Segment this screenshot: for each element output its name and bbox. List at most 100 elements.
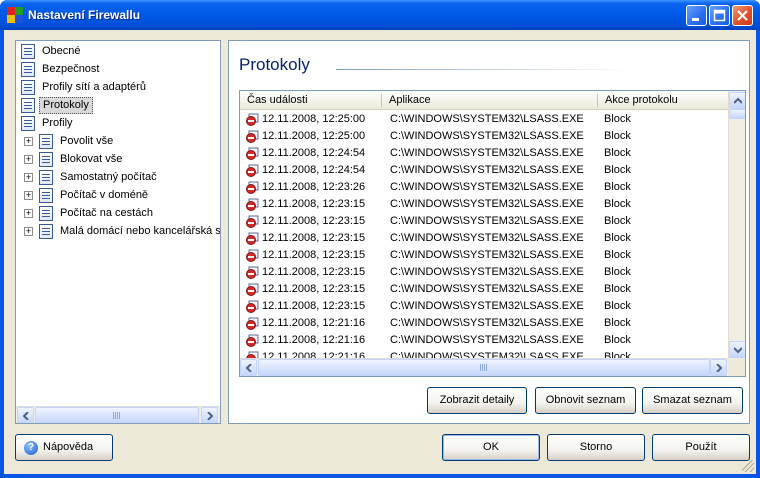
row-application: C:\WINDOWS\SYSTEM32\LSASS.EXE [390,130,584,142]
blocked-network-icon [246,266,259,279]
tree-horizontal-scrollbar[interactable] [16,406,220,423]
table-row[interactable]: 12.11.2008, 12:24:54 C:\WINDOWS\SYSTEM32\… [240,145,728,162]
apply-button[interactable]: Použít [652,434,750,461]
row-application: C:\WINDOWS\SYSTEM32\LSASS.EXE [390,147,584,159]
scroll-down-button[interactable] [729,341,745,358]
blocked-network-icon [246,317,259,330]
expand-plus-icon[interactable]: + [24,155,33,164]
scroll-up-button[interactable] [729,92,745,109]
table-row[interactable]: 12.11.2008, 12:24:54 C:\WINDOWS\SYSTEM32\… [240,162,728,179]
row-time: 12.11.2008, 12:23:15 [262,266,366,278]
thumb-grip-icon [480,364,488,371]
row-time: 12.11.2008, 12:25:00 [262,130,366,142]
row-time: 12.11.2008, 12:23:15 [262,215,366,227]
blocked-network-icon [246,232,259,245]
ok-button[interactable]: OK [442,434,540,461]
table-row[interactable]: 12.11.2008, 12:23:15 C:\WINDOWS\SYSTEM32\… [240,213,728,230]
table-row[interactable]: 12.11.2008, 12:23:26 C:\WINDOWS\SYSTEM32\… [240,179,728,196]
scroll-thumb[interactable] [35,407,199,423]
row-application: C:\WINDOWS\SYSTEM32\LSASS.EXE [390,266,584,278]
row-application: C:\WINDOWS\SYSTEM32\LSASS.EXE [390,334,584,346]
row-time: 12.11.2008, 12:23:15 [262,249,366,261]
row-action: Block [604,215,631,227]
document-list-icon [21,62,35,77]
arrow-up-icon [734,97,742,104]
column-header-action[interactable]: Akce protokolu [598,91,728,109]
log-horizontal-scrollbar[interactable] [240,358,728,376]
column-header-time[interactable]: Čas události [240,91,380,109]
row-action: Block [604,113,631,125]
column-header-application[interactable]: Aplikace [382,91,597,109]
row-time: 12.11.2008, 12:23:15 [262,283,366,295]
expand-plus-icon[interactable]: + [24,227,33,236]
row-time: 12.11.2008, 12:23:15 [262,300,366,312]
expand-plus-icon[interactable]: + [24,137,33,146]
scroll-left-button[interactable] [17,407,34,423]
cancel-button[interactable]: Storno [547,434,645,461]
row-time: 12.11.2008, 12:24:54 [262,164,366,176]
minimize-icon [692,18,699,21]
table-row[interactable]: 12.11.2008, 12:25:00 C:\WINDOWS\SYSTEM32\… [240,128,728,145]
row-time: 12.11.2008, 12:21:16 [262,317,366,329]
scroll-thumb[interactable] [729,109,745,119]
arrow-right-icon [207,412,214,420]
document-list-icon [21,116,35,131]
tree-item-label: Profily [42,117,73,129]
row-action: Block [604,181,631,193]
help-button-label: Nápověda [43,441,94,453]
tree-item-label: Malá domácí nebo kancelářská síť [60,225,221,237]
arrow-left-icon [245,364,252,372]
row-time: 12.11.2008, 12:23:15 [262,232,366,244]
close-button[interactable] [732,5,753,26]
table-row[interactable]: 12.11.2008, 12:23:15 C:\WINDOWS\SYSTEM32\… [240,264,728,281]
log-vertical-scrollbar[interactable] [728,91,745,359]
maximize-icon [713,9,726,22]
row-action: Block [604,300,631,312]
table-row[interactable]: 12.11.2008, 12:21:16 C:\WINDOWS\SYSTEM32\… [240,332,728,349]
table-row[interactable]: 12.11.2008, 12:23:15 C:\WINDOWS\SYSTEM32\… [240,230,728,247]
scroll-thumb[interactable] [258,359,710,376]
blocked-network-icon [246,249,259,262]
tree-item-label: Obecné [42,45,81,57]
resize-grip[interactable] [742,460,754,472]
blocked-network-icon [246,113,259,126]
row-application: C:\WINDOWS\SYSTEM32\LSASS.EXE [390,181,584,193]
table-row[interactable]: 12.11.2008, 12:23:15 C:\WINDOWS\SYSTEM32\… [240,281,728,298]
row-application: C:\WINDOWS\SYSTEM32\LSASS.EXE [390,300,584,312]
blocked-network-icon [246,130,259,143]
tree-item-label: Bezpečnost [42,63,100,75]
table-row[interactable]: 12.11.2008, 12:25:00 C:\WINDOWS\SYSTEM32\… [240,111,728,128]
expand-plus-icon[interactable]: + [24,191,33,200]
dialog-body: Obecné Bezpečnost Profily sítí a adaptér… [4,30,756,474]
settings-tree[interactable]: Obecné Bezpečnost Profily sítí a adaptér… [15,40,221,424]
clear-list-button[interactable]: Smazat seznam [642,387,743,414]
row-time: 12.11.2008, 12:25:00 [262,113,366,125]
refresh-list-button[interactable]: Obnovit seznam [535,387,636,414]
title-bar[interactable]: Nastavení Firewallu [0,0,760,30]
table-row[interactable]: 12.11.2008, 12:23:15 C:\WINDOWS\SYSTEM32\… [240,247,728,264]
help-button[interactable]: ? Nápověda [15,434,113,461]
minimize-button[interactable] [686,5,707,26]
row-application: C:\WINDOWS\SYSTEM32\LSASS.EXE [390,283,584,295]
scroll-right-button[interactable] [201,407,218,423]
document-list-icon [21,98,35,113]
row-application: C:\WINDOWS\SYSTEM32\LSASS.EXE [390,232,584,244]
scroll-left-button[interactable] [240,359,257,376]
blocked-network-icon [246,300,259,313]
document-list-icon [39,152,53,167]
tree-item-label: Povolit vše [60,135,114,147]
tree-item-label: Samostatný počítač [60,171,157,183]
table-row[interactable]: 12.11.2008, 12:23:15 C:\WINDOWS\SYSTEM32\… [240,298,728,315]
log-list[interactable]: Čas události Aplikace Akce protokolu 12.… [239,90,746,377]
table-row[interactable]: 12.11.2008, 12:23:15 C:\WINDOWS\SYSTEM32\… [240,196,728,213]
table-row[interactable]: 12.11.2008, 12:21:16 C:\WINDOWS\SYSTEM32\… [240,315,728,332]
maximize-button[interactable] [709,5,730,26]
expand-plus-icon[interactable]: + [24,173,33,182]
show-details-button[interactable]: Zobrazit detaily [427,387,527,414]
expand-plus-icon[interactable]: + [24,209,33,218]
scroll-right-button[interactable] [710,359,727,376]
row-time: 12.11.2008, 12:21:16 [262,334,366,346]
page-title: Protokoly [239,55,310,74]
arrow-left-icon [22,412,29,420]
document-list-icon [39,224,53,239]
